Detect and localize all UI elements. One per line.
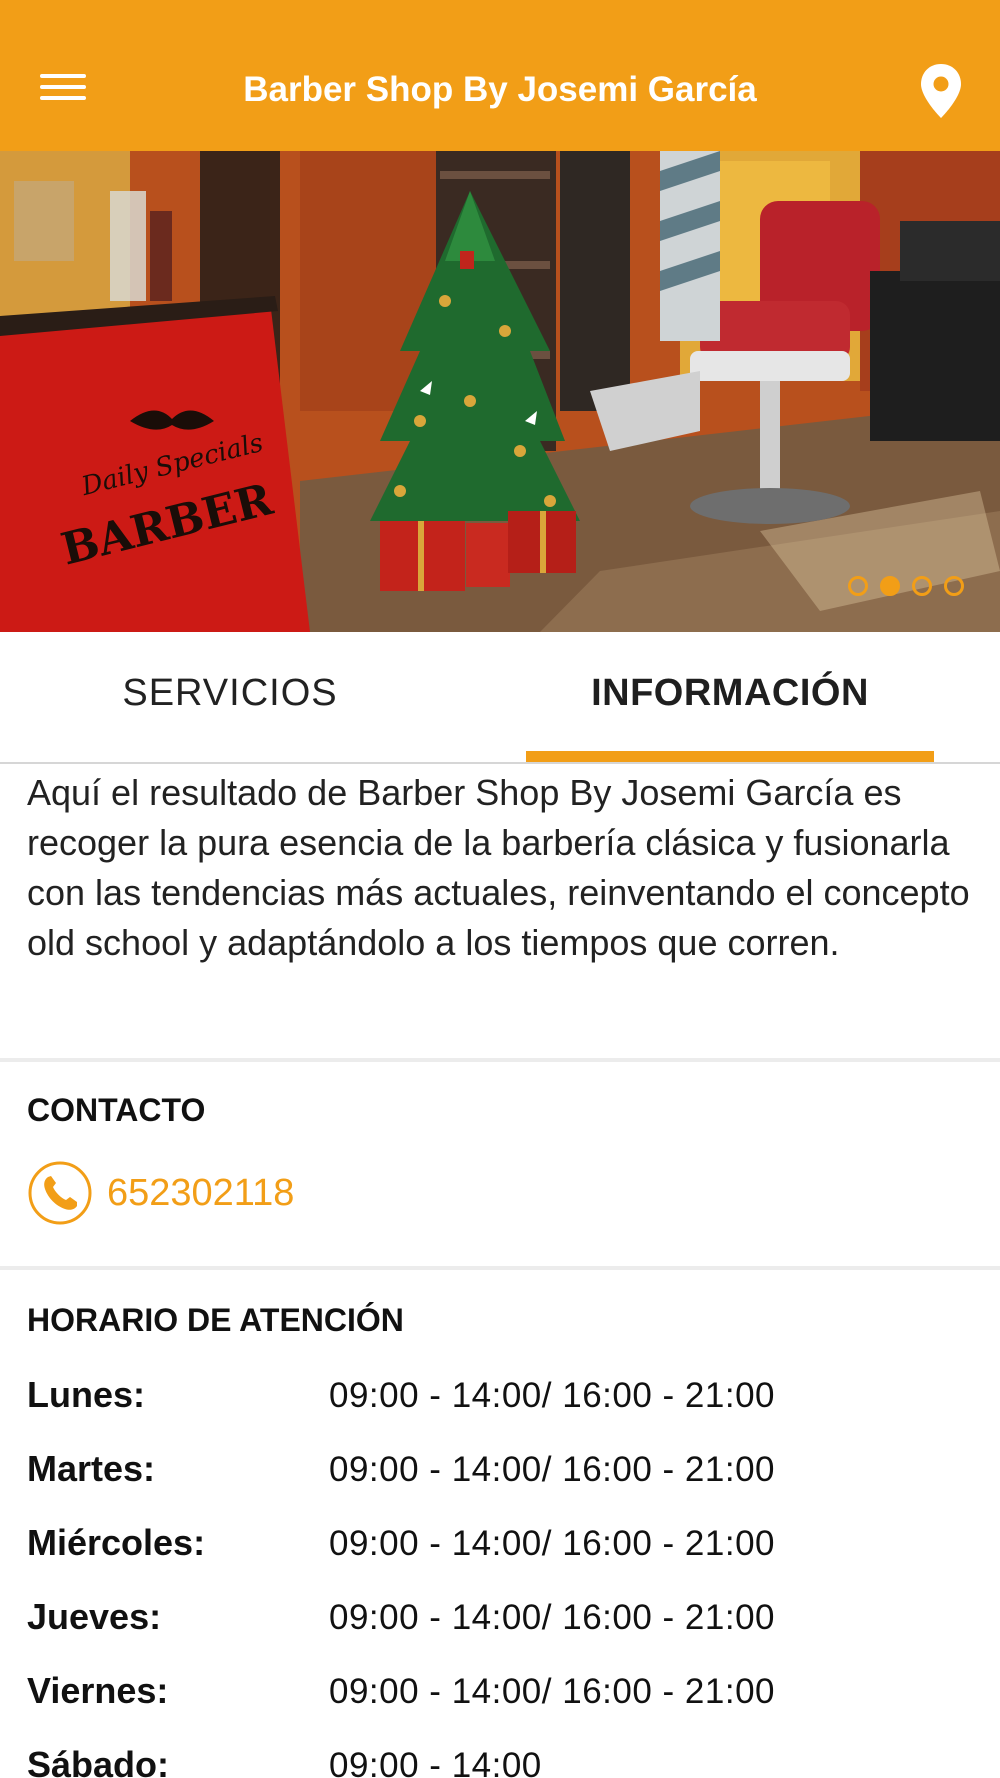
hours-day: Sábado: <box>27 1744 170 1778</box>
hours-day: Miércoles: <box>27 1522 206 1563</box>
tab-informacion[interactable]: INFORMACIÓN <box>526 672 934 732</box>
app-title: Barber Shop By Josemi García <box>243 70 757 109</box>
active-tab-indicator <box>526 751 934 762</box>
menu-bar-line <box>40 96 86 100</box>
hours-section-title: HORARIO DE ATENCIÓN <box>27 1302 404 1338</box>
map-pin-icon[interactable] <box>918 62 964 122</box>
hours-list: Lunes: 09:00 - 14:00/ 16:00 - 21:00 Mart… <box>27 1370 977 1778</box>
hours-row: Sábado: 09:00 - 14:00 <box>27 1740 977 1778</box>
phone-link[interactable]: 652302118 <box>27 1160 447 1228</box>
app-bar: Barber Shop By Josemi García <box>0 0 1000 151</box>
phone-number: 652302118 <box>107 1172 295 1214</box>
carousel-indicator <box>848 576 968 600</box>
hours-time: 09:00 - 14:00/ 16:00 - 21:00 <box>329 1524 775 1563</box>
hours-row: Jueves: 09:00 - 14:00/ 16:00 - 21:00 <box>27 1592 977 1666</box>
phone-icon <box>27 1160 93 1226</box>
carousel-dot[interactable] <box>848 576 868 596</box>
menu-bar-line <box>40 85 86 89</box>
hours-time: 09:00 - 14:00/ 16:00 - 21:00 <box>329 1376 775 1415</box>
menu-bar-line <box>40 74 86 78</box>
section-divider <box>0 1266 1000 1270</box>
shop-description: Aquí el resultado de Barber Shop By Jose… <box>27 772 970 963</box>
carousel-dot[interactable] <box>912 576 932 596</box>
hours-row: Lunes: 09:00 - 14:00/ 16:00 - 21:00 <box>27 1370 977 1444</box>
section-divider <box>0 1058 1000 1062</box>
hours-time: 09:00 - 14:00/ 16:00 - 21:00 <box>329 1598 775 1637</box>
hours-day: Lunes: <box>27 1374 146 1415</box>
hours-time: 09:00 - 14:00/ 16:00 - 21:00 <box>329 1672 775 1711</box>
hours-day: Jueves: <box>27 1596 162 1637</box>
hours-row: Miércoles: 09:00 - 14:00/ 16:00 - 21:00 <box>27 1518 977 1592</box>
hours-time: 09:00 - 14:00/ 16:00 - 21:00 <box>329 1450 775 1489</box>
hours-row: Viernes: 09:00 - 14:00/ 16:00 - 21:00 <box>27 1666 977 1740</box>
tab-servicios[interactable]: SERVICIOS <box>60 672 400 732</box>
contact-section-title: CONTACTO <box>27 1092 206 1128</box>
tab-bar: SERVICIOS INFORMACIÓN <box>0 632 1000 764</box>
hamburger-menu-icon[interactable] <box>36 62 92 106</box>
hours-day: Martes: <box>27 1448 156 1489</box>
hours-time: 09:00 - 14:00 <box>329 1746 542 1778</box>
hours-day: Viernes: <box>27 1670 169 1711</box>
hero-image: BARBER Daily Specials <box>0 151 1000 632</box>
carousel-dot-active[interactable] <box>880 576 900 596</box>
hours-row: Martes: 09:00 - 14:00/ 16:00 - 21:00 <box>27 1444 977 1518</box>
carousel-dot[interactable] <box>944 576 964 596</box>
